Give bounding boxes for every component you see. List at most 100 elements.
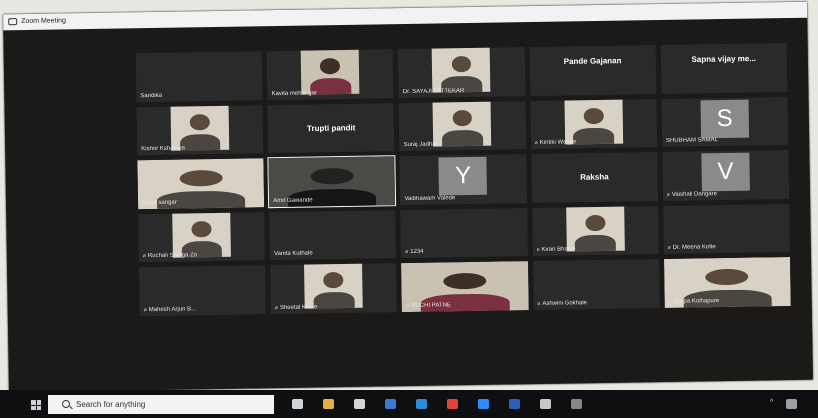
participant-tile[interactable]: ⌀ Ruchali Shinga Zo bbox=[137, 210, 267, 264]
participant-name: Vanita Kuthale bbox=[274, 250, 313, 258]
file-explorer-icon[interactable] bbox=[323, 399, 334, 409]
participant-name-label: ⌀ 1234 bbox=[405, 249, 423, 255]
participant-tile[interactable]: Pande Gajanan bbox=[528, 44, 658, 97]
participant-center-name: Pande Gajanan bbox=[563, 55, 622, 66]
participant-tile[interactable]: Kishor Kshatriya bbox=[135, 103, 265, 157]
participant-tile[interactable]: Sandika bbox=[134, 50, 264, 103]
participant-video bbox=[170, 103, 230, 151]
participant-tile[interactable]: S SHUBHAM SAMAL bbox=[660, 95, 790, 149]
tray-expand-icon[interactable]: ^ bbox=[770, 399, 773, 406]
store-icon[interactable] bbox=[354, 399, 365, 409]
participant-tile[interactable]: Dr. SAYAJI PATTEKAR bbox=[397, 46, 527, 99]
participant-tile[interactable]: ⌀ Shilpa Kolhapure bbox=[662, 255, 792, 309]
zoom-app-icon bbox=[8, 18, 18, 26]
participant-name-label: Amit Gawande bbox=[273, 197, 312, 204]
participant-name: RUCHI PATNE bbox=[411, 301, 451, 309]
participant-name: Kishor Kshatriya bbox=[141, 145, 185, 153]
participant-video bbox=[304, 262, 364, 309]
participant-name-label: ⌀ Shilpa Kolhapure bbox=[668, 298, 719, 305]
search-icon bbox=[62, 400, 70, 408]
muted-mic-icon: ⌀ bbox=[405, 249, 409, 256]
participant-tile[interactable]: ⌀ Ashwini Gokhale bbox=[531, 258, 661, 311]
muted-mic-icon: ⌀ bbox=[667, 244, 671, 251]
participant-name-label: Dr. SAYAJI PATTEKAR bbox=[403, 88, 465, 95]
participant-tile[interactable]: ⌀ 1234 bbox=[399, 206, 529, 260]
participant-tile[interactable]: Amit Gawande bbox=[267, 155, 397, 208]
participant-tile[interactable]: ⌀ Kiritiki Walgre bbox=[529, 97, 659, 151]
participant-name: Kavita mehte gar bbox=[271, 89, 317, 97]
muted-mic-icon: ⌀ bbox=[536, 246, 540, 253]
participant-name-label: Vanita Kuthale bbox=[274, 251, 313, 258]
participant-video bbox=[432, 46, 491, 93]
participant-name-label: ⌀ Dr. Meena Kolte bbox=[668, 244, 716, 251]
participant-name-label: Vaibhawam Valede bbox=[404, 195, 455, 202]
participant-name-label: ⌀ Sheetal Khale bbox=[275, 304, 317, 311]
muted-mic-icon: ⌀ bbox=[143, 306, 147, 313]
participant-name-label: ⌀ Ruchali Shinga Zo bbox=[143, 252, 197, 259]
chrome-icon[interactable] bbox=[447, 399, 458, 409]
participant-name: Ruchali Shinga Zo bbox=[147, 252, 197, 260]
participant-name: Dr. Meena Kolte bbox=[672, 244, 716, 251]
participant-video bbox=[172, 210, 232, 258]
participant-center-name: Raksha bbox=[580, 172, 609, 183]
mail-icon[interactable] bbox=[385, 399, 396, 409]
participant-name-label: Kishor Kshatriya bbox=[141, 145, 185, 152]
participant-name-label: ⌀ Kiran Bhalse bbox=[536, 246, 575, 253]
participant-avatar: V bbox=[701, 152, 750, 192]
participant-tile[interactable]: ⌀ Kiran Bhalse bbox=[530, 204, 660, 258]
participant-name-label: ⌀ Vaishali Dangare bbox=[667, 191, 717, 198]
app-icon[interactable] bbox=[571, 399, 582, 409]
participant-video bbox=[300, 48, 360, 95]
participant-tile[interactable]: Sapna vijay me... bbox=[659, 42, 789, 95]
muted-mic-icon: ⌀ bbox=[537, 300, 541, 307]
files-icon[interactable] bbox=[540, 399, 551, 409]
participant-tile[interactable]: V ⌀ Vaishali Dangare bbox=[661, 149, 791, 202]
zoom-icon[interactable] bbox=[478, 399, 489, 409]
participant-tile[interactable]: ⌀ Mahesh Arjun B... bbox=[138, 264, 268, 317]
taskbar-search-box[interactable]: Search for anything bbox=[48, 395, 274, 414]
zoom-window: Zoom Meeting Sandika Kavita mehte gar Dr. … bbox=[3, 1, 813, 393]
participant-name-label: SHUBHAM SAMAL bbox=[666, 137, 718, 144]
title-bar: Zoom Meeting bbox=[3, 1, 808, 31]
participant-name-label: ⌀ Mahesh Arjun B... bbox=[144, 306, 196, 313]
participant-center-name: Trupti pandit bbox=[306, 123, 356, 133]
participant-tile[interactable]: ⌀ RUCHI PATNE bbox=[400, 260, 530, 313]
participant-tile[interactable]: Suraj Jadhav bbox=[397, 99, 527, 153]
participant-name: Kiritiki Walgre bbox=[539, 139, 577, 146]
windows-start-icon[interactable] bbox=[31, 400, 41, 410]
participant-name: SHUBHAM SAMAL bbox=[665, 137, 719, 144]
participant-name-label: ⌀ Kiritiki Walgre bbox=[535, 139, 577, 146]
muted-mic-icon: ⌀ bbox=[142, 253, 146, 260]
participant-tile[interactable]: ⌀ Dr. Meena Kolte bbox=[661, 202, 791, 256]
participant-tile[interactable]: Raksha bbox=[529, 151, 659, 204]
participant-tile[interactable]: ⌀ Sheetal Khale bbox=[269, 262, 399, 315]
participant-name: Ashwini Gokhale bbox=[542, 299, 588, 307]
participant-name-label: Lohul sangar bbox=[142, 199, 177, 206]
search-placeholder: Search for anything bbox=[76, 400, 146, 409]
participant-tile[interactable]: Trupti pandit bbox=[266, 101, 396, 155]
participant-name: Lohul sangar bbox=[142, 199, 177, 206]
gallery-grid: Sandika Kavita mehte gar Dr. SAYAJI PATTEK… bbox=[134, 42, 793, 370]
participant-name-label: Suraj Jadhav bbox=[404, 142, 439, 149]
participant-video bbox=[432, 99, 492, 147]
participant-name: Vaibhawam Valede bbox=[404, 194, 456, 202]
participant-name-label: ⌀ Ashwini Gokhale bbox=[537, 300, 587, 307]
participant-name: Sandika bbox=[140, 92, 163, 99]
muted-mic-icon: ⌀ bbox=[534, 139, 538, 147]
edge-icon[interactable] bbox=[416, 399, 427, 409]
participant-tile[interactable]: Y Vaibhawam Valede bbox=[398, 153, 528, 206]
participant-tile[interactable]: Kavita mehte gar bbox=[265, 48, 395, 101]
participant-name-label: Kavita mehte gar bbox=[271, 90, 316, 97]
participant-name: Amit Gawande bbox=[273, 196, 313, 204]
participant-tile[interactable]: Lohul sangar bbox=[136, 157, 266, 210]
task-view-icon[interactable] bbox=[292, 399, 303, 409]
participant-tile[interactable]: Vanita Kuthale bbox=[268, 208, 398, 262]
muted-mic-icon: ⌀ bbox=[274, 304, 278, 311]
word-icon[interactable] bbox=[509, 399, 520, 409]
notification-icon[interactable] bbox=[786, 399, 797, 409]
participant-name: Sheetal Khale bbox=[279, 303, 318, 311]
participant-name-label: Sandika bbox=[140, 92, 162, 98]
participant-name: Vaishali Dangare bbox=[671, 190, 718, 198]
participant-name: Dr. SAYAJI PATTEKAR bbox=[402, 87, 465, 95]
participant-center-name: Sapna vijay me... bbox=[691, 53, 757, 64]
